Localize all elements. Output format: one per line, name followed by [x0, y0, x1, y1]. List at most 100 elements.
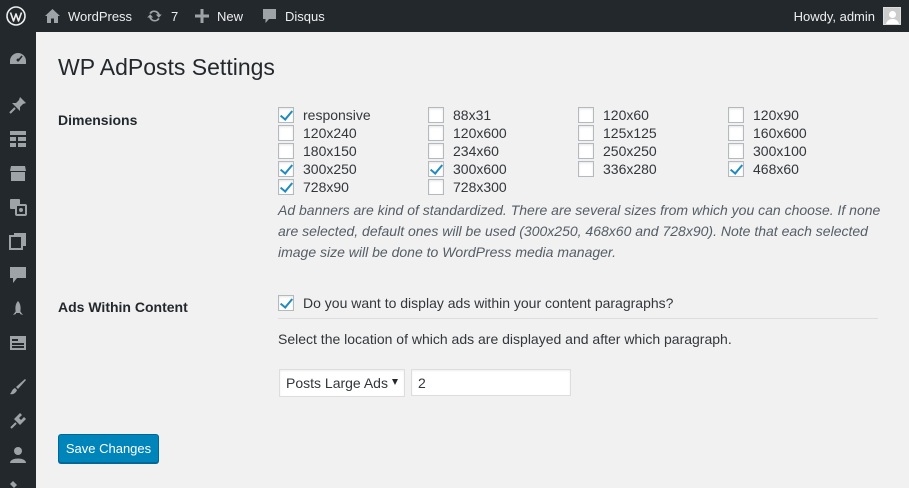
menu-posts[interactable]	[0, 88, 36, 122]
dimension-checkbox-250x250[interactable]: 250x250	[578, 142, 657, 160]
comments-icon	[10, 267, 26, 283]
dimension-label: 160x600	[753, 125, 807, 141]
media-icon	[10, 199, 27, 216]
menu-comments[interactable]	[0, 258, 36, 292]
dimension-checkbox-88x31[interactable]: 88x31	[428, 106, 491, 124]
menu-plugin-feature[interactable]	[0, 292, 36, 326]
dimension-checkbox-120x240[interactable]: 120x240	[278, 124, 357, 142]
dimension-checkbox-728x300[interactable]: 728x300	[428, 178, 507, 196]
updates-link[interactable]: 7	[146, 0, 178, 32]
updates-icon	[147, 10, 162, 22]
menu-appearance[interactable]	[0, 370, 36, 404]
my-account-link[interactable]: Howdy, admin	[794, 0, 901, 32]
rocket-icon	[13, 301, 23, 315]
dimension-label: 250x250	[603, 143, 657, 159]
checkbox-box[interactable]	[428, 143, 444, 159]
checkbox-box[interactable]	[428, 125, 444, 141]
comment-icon	[263, 9, 276, 23]
dimension-checkbox-300x250[interactable]: 300x250	[278, 160, 357, 178]
checkbox-box[interactable]	[278, 125, 294, 141]
menu-adposts[interactable]	[0, 326, 36, 360]
ads-within-content-checkbox-label: Do you want to display ads within your c…	[303, 295, 674, 311]
site-name-link[interactable]: WordPress	[44, 0, 132, 32]
divider	[278, 318, 878, 319]
disqus-link[interactable]: Disqus	[262, 0, 325, 32]
ads-within-content-checkbox[interactable]: Do you want to display ads within your c…	[278, 294, 673, 312]
dimension-checkbox-300x100[interactable]: 300x100	[728, 142, 807, 160]
user-icon	[10, 447, 26, 463]
plus-icon	[195, 9, 209, 23]
checkbox-box[interactable]	[428, 161, 444, 177]
save-changes-button[interactable]: Save Changes	[58, 434, 159, 463]
home-icon	[45, 9, 60, 23]
ads-within-content-label: Ads Within Content	[58, 299, 188, 315]
menu-pages[interactable]	[0, 224, 36, 258]
dimension-label: responsive	[303, 107, 371, 123]
checkbox-box[interactable]	[728, 143, 744, 159]
checkbox-box[interactable]	[578, 125, 594, 141]
wordpress-logo-icon[interactable]	[6, 0, 26, 32]
dimension-checkbox-120x60[interactable]: 120x60	[578, 106, 649, 124]
checkbox-box[interactable]	[428, 179, 444, 195]
pin-icon	[9, 97, 26, 114]
checkbox-box[interactable]	[578, 143, 594, 159]
menu-layout[interactable]	[0, 122, 36, 156]
site-name-label: WordPress	[68, 8, 133, 24]
menu-store[interactable]	[0, 156, 36, 190]
pages-icon	[9, 233, 26, 250]
menu-dashboard[interactable]	[0, 42, 36, 76]
checkbox-box[interactable]	[278, 161, 294, 177]
dropdown-arrow-icon	[392, 379, 398, 385]
paragraph-number-input[interactable]: 2	[411, 369, 571, 396]
menu-tools[interactable]	[0, 472, 36, 488]
dimension-label: 728x300	[453, 179, 507, 195]
dimension-label: 468x60	[753, 161, 799, 177]
dimension-label: 120x60	[603, 107, 649, 123]
dimension-checkbox-728x90[interactable]: 728x90	[278, 178, 349, 196]
store-icon	[10, 166, 26, 181]
checkbox-box[interactable]	[578, 161, 594, 177]
dimension-label: 120x90	[753, 107, 799, 123]
dimension-checkbox-468x60[interactable]: 468x60	[728, 160, 799, 178]
checkbox-box[interactable]	[728, 125, 744, 141]
dimension-checkbox-234x60[interactable]: 234x60	[428, 142, 499, 160]
howdy-label: Howdy, admin	[793, 8, 875, 24]
checkbox-box[interactable]	[728, 161, 744, 177]
dimension-checkbox-336x280[interactable]: 336x280	[578, 160, 657, 178]
dimension-checkbox-180x150[interactable]: 180x150	[278, 142, 357, 160]
dimension-label: 300x600	[453, 161, 507, 177]
checkbox-box[interactable]	[578, 107, 594, 123]
checkbox-box[interactable]	[278, 143, 294, 159]
dimensions-description: Ad banners are kind of standardized. The…	[278, 202, 881, 260]
layout-icon	[10, 131, 26, 147]
disqus-label: Disqus	[285, 8, 325, 24]
ad-icon	[10, 336, 26, 350]
checkbox-box[interactable]	[278, 179, 294, 195]
dashboard-icon	[10, 53, 26, 64]
avatar	[883, 7, 901, 25]
menu-media[interactable]	[0, 190, 36, 224]
updates-count: 7	[171, 8, 179, 24]
main-content: WP AdPosts Settings Dimensions responsiv…	[36, 32, 909, 488]
dimension-label: 180x150	[303, 143, 357, 159]
ad-location-select-value: Posts Large Ads	[286, 375, 388, 391]
location-instructions: Select the location of which ads are dis…	[278, 331, 732, 347]
checkbox-box[interactable]	[428, 107, 444, 123]
dimension-checkbox-300x600[interactable]: 300x600	[428, 160, 507, 178]
menu-plugins[interactable]	[0, 404, 36, 438]
new-content-link[interactable]: New	[195, 0, 243, 32]
checkbox-box[interactable]	[728, 107, 744, 123]
dimension-checkbox-responsive[interactable]: responsive	[278, 106, 371, 124]
tools-icon	[10, 481, 17, 488]
checkbox-box[interactable]	[278, 295, 294, 311]
dimension-checkbox-120x600[interactable]: 120x600	[428, 124, 507, 142]
dimension-label: 120x240	[303, 125, 357, 141]
ad-location-select[interactable]: Posts Large Ads	[279, 369, 405, 397]
checkbox-box[interactable]	[278, 107, 294, 123]
menu-users[interactable]	[0, 438, 36, 472]
dimension-checkbox-120x90[interactable]: 120x90	[728, 106, 799, 124]
dimension-checkbox-125x125[interactable]: 125x125	[578, 124, 657, 142]
dimension-label: 125x125	[603, 125, 657, 141]
dimension-label: 336x280	[603, 161, 657, 177]
dimension-checkbox-160x600[interactable]: 160x600	[728, 124, 807, 142]
